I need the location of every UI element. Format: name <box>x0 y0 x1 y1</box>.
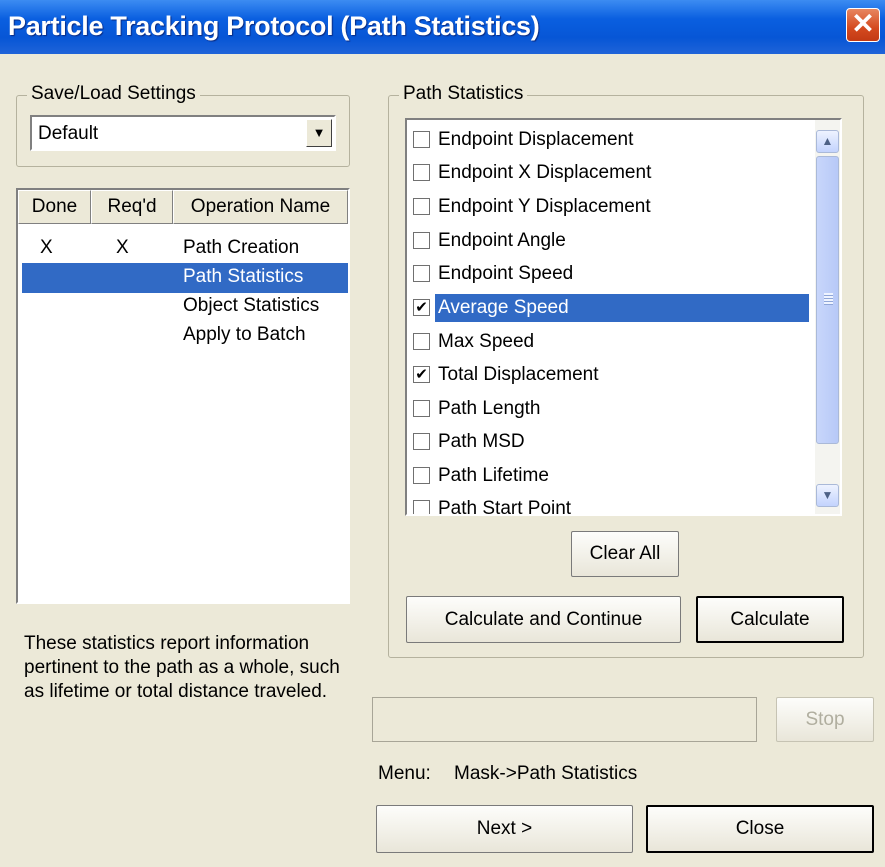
operation-row-selected[interactable]: Path Statistics <box>22 263 348 293</box>
scrollbar-thumb[interactable] <box>816 156 839 444</box>
statistic-label: Endpoint Speed <box>438 263 574 284</box>
statistic-checkbox[interactable] <box>413 433 430 450</box>
progress-bar <box>372 697 757 742</box>
next-button[interactable]: Next > <box>376 805 633 853</box>
statistic-item[interactable]: Endpoint Displacement <box>413 124 811 156</box>
statistic-label: Endpoint Angle <box>438 230 566 251</box>
settings-dropdown-value: Default <box>38 123 99 144</box>
title-bar: Particle Tracking Protocol (Path Statist… <box>0 0 885 54</box>
operation-row[interactable]: X X Path Creation <box>22 234 348 264</box>
statistic-item[interactable]: Endpoint Y Displacement <box>413 191 811 223</box>
grip-icon <box>824 293 833 305</box>
operation-description: These statistics report information pert… <box>24 633 340 702</box>
path-statistics-list[interactable]: Endpoint Displacement Endpoint X Displac… <box>405 118 842 516</box>
statistic-label: Average Speed <box>435 294 809 322</box>
statistic-item[interactable]: Path Lifetime <box>413 460 811 492</box>
operations-header: Done Req'd Operation Name <box>18 190 348 226</box>
statistic-checkbox[interactable] <box>413 467 430 484</box>
chevron-down-icon[interactable]: ▼ <box>306 119 332 147</box>
statistic-checkbox[interactable] <box>413 198 430 215</box>
settings-dropdown[interactable]: Default ▼ <box>30 115 336 151</box>
statistic-item[interactable]: Endpoint Speed <box>413 258 811 290</box>
checkmark-icon[interactable]: ✔ <box>413 299 430 316</box>
statistic-checkbox[interactable] <box>413 164 430 181</box>
calculate-button[interactable]: Calculate <box>696 596 844 643</box>
window-title: Particle Tracking Protocol (Path Statist… <box>8 11 540 41</box>
statistic-checkbox[interactable] <box>413 131 430 148</box>
statistic-label: Endpoint Y Displacement <box>438 196 651 217</box>
statistic-label: Path Start Point <box>438 498 572 516</box>
operation-name: Path Statistics <box>183 266 304 287</box>
statistic-label: Path MSD <box>438 431 525 452</box>
statistic-checkbox[interactable] <box>413 265 430 282</box>
statistic-item-selected[interactable]: ✔ Average Speed <box>413 292 811 324</box>
menu-path: Mask->Path Statistics <box>454 763 638 784</box>
operation-reqd: X <box>116 237 129 258</box>
statistic-item[interactable]: Path Length <box>413 393 811 425</box>
column-header-reqd[interactable]: Req'd <box>91 190 173 224</box>
statistic-label: Endpoint Displacement <box>438 129 634 150</box>
statistic-label: Endpoint X Displacement <box>438 162 652 183</box>
checkmark-icon[interactable]: ✔ <box>413 366 430 383</box>
close-button[interactable]: Close <box>646 805 874 853</box>
save-load-settings-label: Save/Load Settings <box>27 83 200 105</box>
statistic-item[interactable]: ✔ Total Displacement <box>413 359 811 391</box>
statistic-item[interactable]: Endpoint Angle <box>413 225 811 257</box>
menu-label: Menu: <box>378 763 431 784</box>
statistic-label: Path Lifetime <box>438 465 549 486</box>
operation-row[interactable]: Object Statistics <box>22 292 348 322</box>
statistic-checkbox[interactable] <box>413 400 430 417</box>
statistic-item[interactable]: Max Speed <box>413 326 811 358</box>
statistic-checkbox[interactable] <box>413 333 430 350</box>
column-header-operation-name[interactable]: Operation Name <box>173 190 348 224</box>
chevron-up-icon[interactable]: ▲ <box>816 130 839 153</box>
operation-name: Apply to Batch <box>183 324 306 345</box>
statistic-label: Path Length <box>438 398 541 419</box>
statistic-label: Max Speed <box>438 331 535 352</box>
calculate-and-continue-button[interactable]: Calculate and Continue <box>406 596 681 643</box>
statistic-label: Total Displacement <box>438 364 599 385</box>
clear-all-button[interactable]: Clear All <box>571 531 679 577</box>
statistic-checkbox[interactable] <box>413 232 430 249</box>
operation-name: Object Statistics <box>183 295 320 316</box>
statistic-checkbox[interactable] <box>413 500 430 514</box>
close-window-button[interactable]: ✕ <box>846 8 880 42</box>
stop-button[interactable]: Stop <box>776 697 874 742</box>
operations-list[interactable]: Done Req'd Operation Name X X Path Creat… <box>16 188 350 604</box>
column-header-done[interactable]: Done <box>18 190 91 224</box>
statistic-item[interactable]: Path MSD <box>413 426 811 458</box>
statistic-item[interactable]: Endpoint X Displacement <box>413 157 811 189</box>
operation-row[interactable]: Apply to Batch <box>22 321 348 351</box>
statistic-item[interactable]: Path Start Point <box>413 493 811 516</box>
operation-name: Path Creation <box>183 237 300 258</box>
vertical-scrollbar[interactable]: ▲ ▼ <box>815 120 840 514</box>
operation-done: X <box>40 237 53 258</box>
chevron-down-icon[interactable]: ▼ <box>816 484 839 507</box>
path-statistics-label: Path Statistics <box>399 83 528 105</box>
